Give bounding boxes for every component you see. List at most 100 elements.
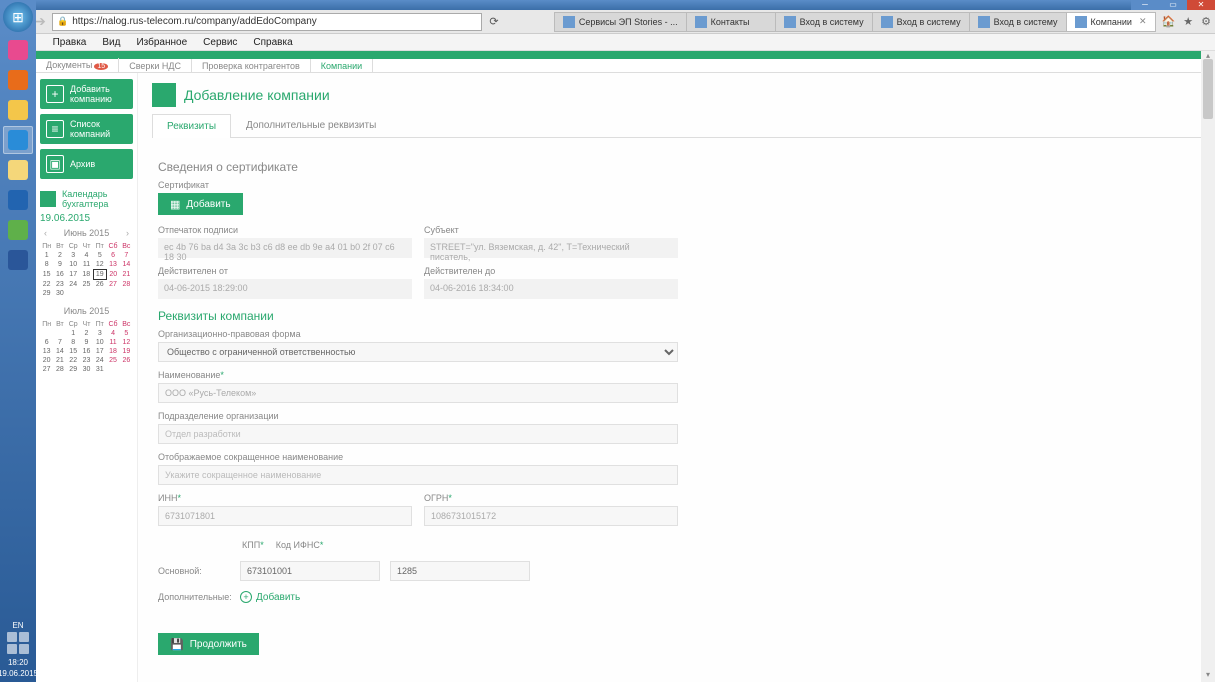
calendar-day[interactable]: 28	[120, 280, 133, 290]
menubar-item[interactable]: Вид	[94, 34, 128, 50]
add-kpp-button[interactable]: + Добавить	[240, 591, 300, 603]
taskbar-ie[interactable]	[3, 126, 33, 154]
topnav-item[interactable]: Проверка контрагентов	[192, 59, 311, 73]
calendar-day[interactable]: 20	[106, 270, 119, 280]
sidebar-button[interactable]: ≡Список компаний	[40, 114, 133, 144]
menubar-item[interactable]: Избранное	[128, 34, 195, 50]
calendar-day[interactable]: 14	[120, 260, 133, 270]
start-button[interactable]: ⊞	[3, 2, 33, 32]
calendar-day[interactable]	[120, 289, 133, 298]
calendar-day[interactable]: 24	[93, 356, 106, 365]
browser-tab[interactable]: Сервисы ЭП Stories - ...	[554, 12, 687, 32]
calendar-day[interactable]	[80, 289, 93, 298]
window-close[interactable]: ✕	[1187, 0, 1215, 10]
calendar-day[interactable]	[40, 329, 53, 338]
calendar-day[interactable]: 29	[67, 365, 80, 374]
sidebar-button[interactable]: +Добавить компанию	[40, 79, 133, 109]
shortname-input[interactable]	[158, 465, 678, 485]
calendar-day[interactable]: 3	[67, 251, 80, 260]
calendar-day[interactable]	[106, 289, 119, 298]
calendar-day[interactable]: 8	[40, 260, 53, 270]
calendar-day[interactable]: 15	[67, 347, 80, 356]
calendar-day[interactable]: 12	[93, 260, 106, 270]
calendar-day[interactable]: 9	[80, 338, 93, 347]
calendar-day[interactable]: 6	[106, 251, 119, 260]
calendar-day[interactable]: 6	[40, 338, 53, 347]
browser-tab[interactable]: Вход в систему	[872, 12, 970, 32]
calendar-day[interactable]: 26	[93, 280, 106, 290]
calendar-day[interactable]: 8	[67, 338, 80, 347]
calendar-day[interactable]: 27	[40, 365, 53, 374]
calendar-day[interactable]: 5	[93, 251, 106, 260]
browser-tab[interactable]: Компании✕	[1066, 12, 1156, 32]
form-tab[interactable]: Реквизиты	[152, 114, 231, 138]
calendar-day[interactable]: 20	[40, 356, 53, 365]
calendar-day[interactable]: 27	[106, 280, 119, 290]
tab-close[interactable]: ✕	[1139, 16, 1147, 27]
browser-tab[interactable]: Контакты	[686, 12, 776, 32]
calendar-day[interactable]: 13	[106, 260, 119, 270]
ogrn-input[interactable]	[424, 506, 678, 526]
add-cert-button[interactable]: ▦ Добавить	[158, 193, 243, 215]
calendar-day[interactable]: 28	[53, 365, 66, 374]
calendar-day[interactable]: 30	[53, 289, 66, 298]
calendar-day[interactable]: 30	[80, 365, 93, 374]
cal-prev[interactable]: ‹	[40, 228, 51, 238]
calendar-day[interactable]: 11	[80, 260, 93, 270]
calendar-day[interactable]: 21	[53, 356, 66, 365]
calendar-day[interactable]: 26	[120, 356, 133, 365]
calendar-day[interactable]: 25	[106, 356, 119, 365]
calendar-day[interactable]: 29	[40, 289, 53, 298]
refresh-button[interactable]: ⟳	[482, 12, 506, 32]
window-minimize[interactable]: ─	[1131, 0, 1159, 10]
sidebar-button[interactable]: ▣Архив	[40, 149, 133, 179]
menubar-item[interactable]: Сервис	[195, 34, 245, 50]
taskbar-firefox[interactable]	[3, 66, 33, 94]
menubar-item[interactable]: Справка	[245, 34, 300, 50]
browser-tab[interactable]: Вход в систему	[969, 12, 1067, 32]
calendar-day[interactable]: 18	[106, 347, 119, 356]
calendar-day[interactable]: 14	[53, 347, 66, 356]
calendar-day[interactable]: 22	[67, 356, 80, 365]
calendar-day[interactable]: 23	[53, 280, 66, 290]
calendar-day[interactable]: 19	[93, 270, 106, 280]
tray-language[interactable]: EN	[12, 621, 23, 630]
calendar-day[interactable]: 7	[120, 251, 133, 260]
menubar-item[interactable]: Правка	[45, 34, 95, 50]
calendar-day[interactable]	[120, 365, 133, 374]
taskbar-icq[interactable]	[3, 216, 33, 244]
ifns-input[interactable]	[390, 561, 530, 581]
calendar-day[interactable]: 17	[93, 347, 106, 356]
calendar-day[interactable]: 18	[80, 270, 93, 280]
calendar-day[interactable]: 12	[120, 338, 133, 347]
calendar-day[interactable]: 1	[40, 251, 53, 260]
inn-input[interactable]	[158, 506, 412, 526]
calendar-day[interactable]: 13	[40, 347, 53, 356]
tray-time[interactable]: 18:20	[8, 658, 28, 667]
name-input[interactable]	[158, 383, 678, 403]
calendar-day[interactable]: 16	[53, 270, 66, 280]
topnav-item[interactable]: Документы15	[36, 58, 119, 74]
calendar-day[interactable]: 4	[106, 329, 119, 338]
calendar-2[interactable]: ПнВтСрЧтПтСбВс12345678910111213141516171…	[40, 320, 133, 374]
calendar-day[interactable]	[53, 329, 66, 338]
taskbar-word[interactable]	[3, 246, 33, 274]
calendar-day[interactable]	[67, 289, 80, 298]
vertical-scrollbar[interactable]: ▴ ▾	[1201, 51, 1215, 682]
calendar-day[interactable]: 10	[67, 260, 80, 270]
calendar-1[interactable]: ПнВтСрЧтПтСбВс12345678910111213141516171…	[40, 242, 133, 298]
calendar-day[interactable]: 23	[80, 356, 93, 365]
calendar-day[interactable]: 21	[120, 270, 133, 280]
tray-icons[interactable]	[3, 632, 33, 654]
taskbar-outlook[interactable]	[3, 186, 33, 214]
calendar-day[interactable]: 19	[120, 347, 133, 356]
home-icon[interactable]: 🏠	[1162, 15, 1176, 28]
favorite-icon[interactable]: ★	[1183, 15, 1193, 28]
calendar-day[interactable]: 2	[53, 251, 66, 260]
taskbar-chrome[interactable]	[3, 96, 33, 124]
org-form-select[interactable]: Общество с ограниченной ответственностью	[158, 342, 678, 362]
taskbar-explorer[interactable]	[3, 156, 33, 184]
scroll-thumb[interactable]	[1203, 59, 1213, 119]
calendar-day[interactable]: 17	[67, 270, 80, 280]
browser-tab[interactable]: Вход в систему	[775, 12, 873, 32]
